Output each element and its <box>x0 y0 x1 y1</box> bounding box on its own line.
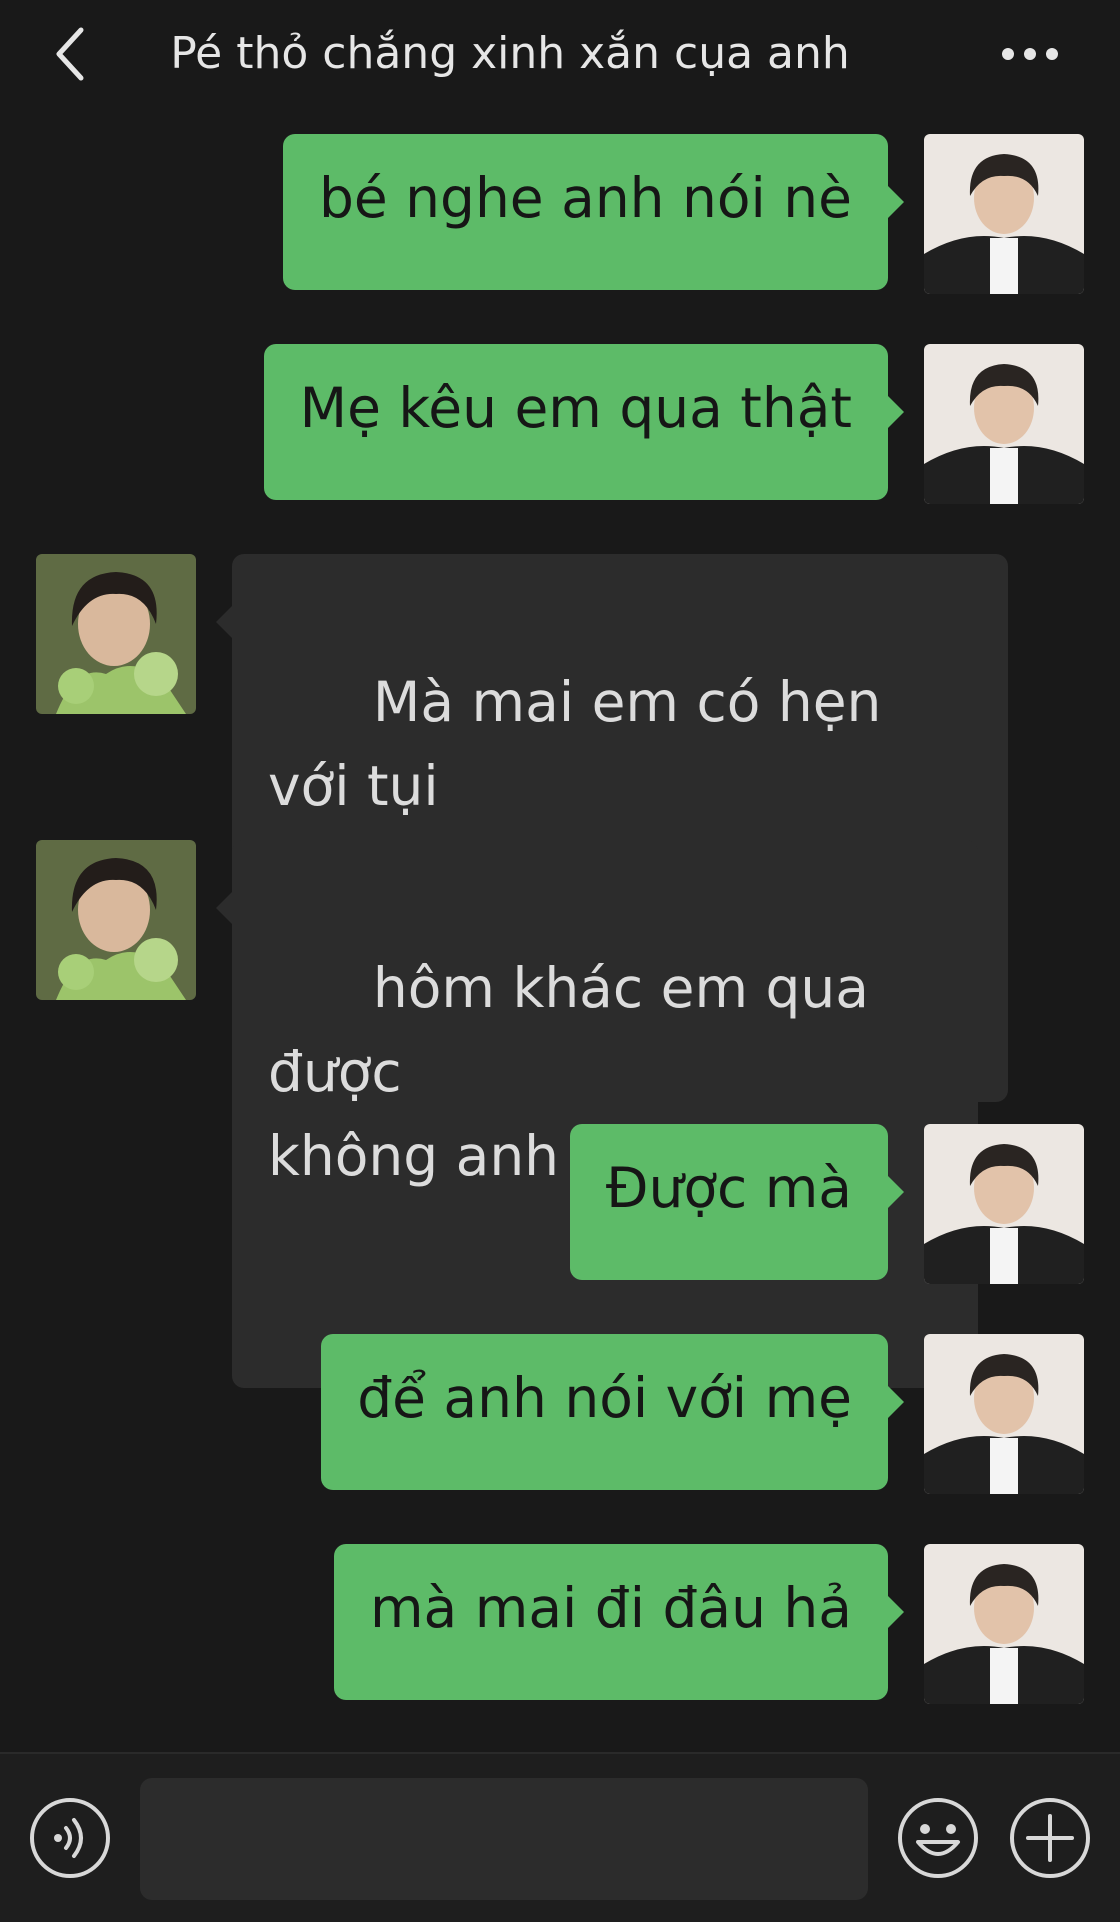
avatar-image <box>36 554 196 714</box>
message-list[interactable]: bé nghe anh nói nè Mẹ kêu em qua thật Mà… <box>0 112 1120 1750</box>
bubble-tail <box>888 1176 904 1208</box>
outgoing-message-bubble[interactable]: bé nghe anh nói nè <box>282 134 904 290</box>
avatar-image <box>924 344 1084 504</box>
contact-avatar[interactable] <box>36 840 196 1000</box>
emoji-button[interactable] <box>896 1796 980 1880</box>
plus-circle-icon <box>1010 1798 1090 1878</box>
outgoing-message-bubble[interactable]: mà mai đi đâu hả <box>333 1544 904 1700</box>
bubble-tail <box>216 606 232 638</box>
avatar-image <box>924 134 1084 294</box>
avatar-image <box>924 1334 1084 1494</box>
message-row: để anh nói với mẹ <box>0 1312 1120 1522</box>
my-avatar[interactable] <box>924 1124 1084 1284</box>
message-row: Mẹ kêu em qua thật <box>0 322 1120 532</box>
more-dots-icon <box>1002 48 1058 60</box>
bubble-tail <box>216 892 232 924</box>
bubble-tail <box>888 186 904 218</box>
message-text: bé nghe anh nói nè <box>318 166 852 230</box>
my-avatar[interactable] <box>924 1334 1084 1494</box>
more-button[interactable] <box>990 22 1070 86</box>
input-bar <box>0 1752 1120 1922</box>
message-input[interactable] <box>140 1778 868 1900</box>
message-row: hôm khác em qua được không anh <box>0 818 1120 1388</box>
bubble-tail <box>888 1386 904 1418</box>
voice-icon <box>30 1798 110 1878</box>
my-avatar[interactable] <box>924 344 1084 504</box>
chevron-left-icon <box>56 27 84 81</box>
message-text: để anh nói với mẹ <box>357 1366 852 1430</box>
bubble-tail <box>888 396 904 428</box>
bubble-tail <box>888 1596 904 1628</box>
avatar-image <box>924 1124 1084 1284</box>
outgoing-message-bubble[interactable]: Mẹ kêu em qua thật <box>263 344 904 500</box>
chat-title: Pé thỏ chắng xinh xắn cụa anh <box>170 28 850 79</box>
contact-avatar[interactable] <box>36 554 196 714</box>
back-button[interactable] <box>40 22 100 86</box>
chat-header: Pé thỏ chắng xinh xắn cụa anh <box>0 0 1120 112</box>
voice-button[interactable] <box>28 1796 112 1880</box>
avatar-image <box>924 1544 1084 1704</box>
my-avatar[interactable] <box>924 134 1084 294</box>
message-row: bé nghe anh nói nè <box>0 112 1120 322</box>
more-functions-button[interactable] <box>1008 1796 1092 1880</box>
my-avatar[interactable] <box>924 1544 1084 1704</box>
message-text: Mẹ kêu em qua thật <box>299 376 852 440</box>
message-row: Được mà <box>0 1102 1120 1312</box>
outgoing-message-bubble[interactable]: để anh nói với mẹ <box>321 1334 904 1490</box>
emoji-icon <box>898 1798 978 1878</box>
message-text: Được mà <box>605 1156 852 1220</box>
message-text: mà mai đi đâu hả <box>369 1576 852 1640</box>
avatar-image <box>36 840 196 1000</box>
message-row: mà mai đi đâu hả <box>0 1522 1120 1732</box>
outgoing-message-bubble[interactable]: Được mà <box>569 1124 904 1280</box>
message-row: Mà mai em có hẹn với tụi nhỏ rồi <box>0 532 1120 1102</box>
